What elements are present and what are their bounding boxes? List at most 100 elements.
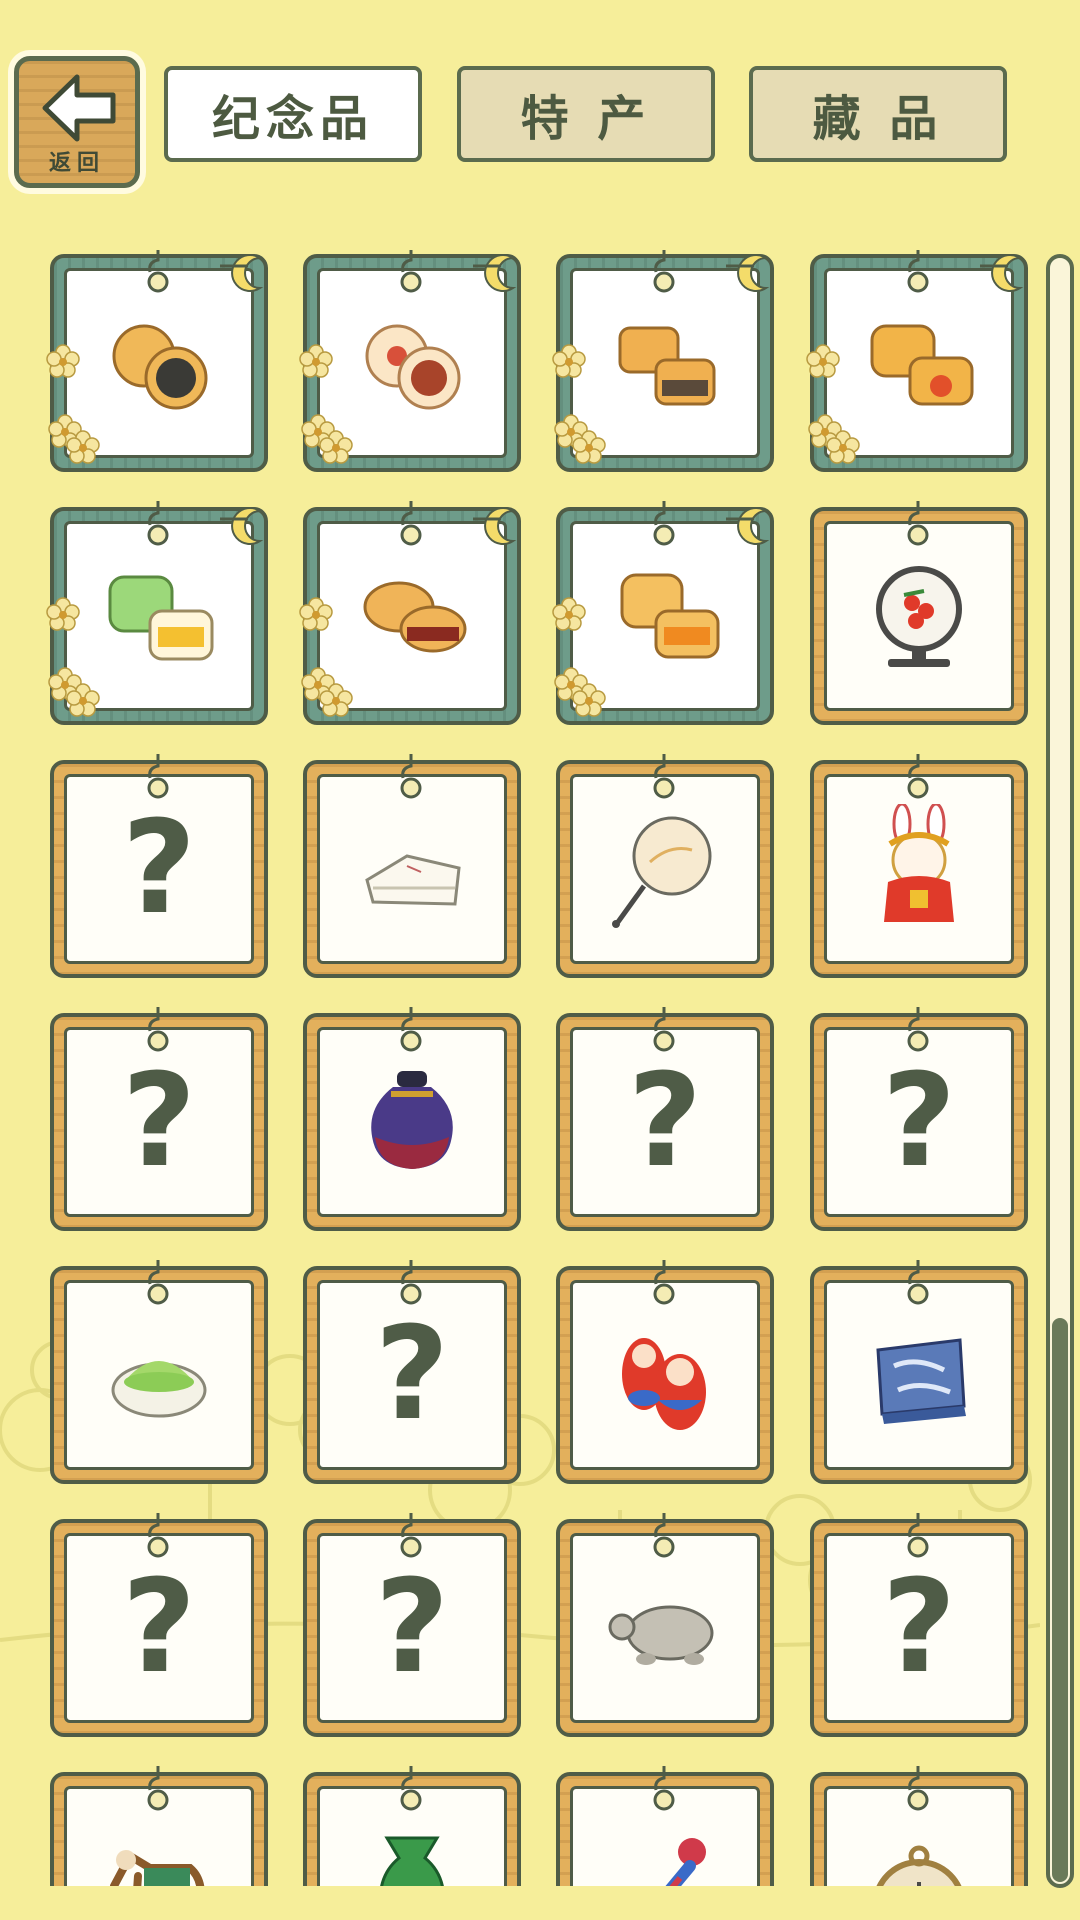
collection-card[interactable] (556, 1260, 774, 1484)
card-content: ? (824, 1027, 1014, 1217)
hook-icon (400, 1513, 422, 1558)
mooncake-black-sesame-icon (112, 324, 208, 410)
flower-icon (552, 344, 586, 378)
round-fan-icon (612, 816, 712, 928)
collection-card[interactable] (303, 1007, 521, 1231)
batik-cloth-icon (876, 1338, 966, 1424)
card-content: ? (64, 774, 254, 964)
hook-icon (653, 1260, 675, 1305)
collection-card[interactable] (50, 1260, 268, 1484)
mooncake-green-icon (108, 575, 214, 661)
tab-souvenirs[interactable]: 纪念品 (164, 66, 422, 162)
flower-icon (66, 683, 100, 717)
collection-card[interactable] (46, 501, 268, 725)
hook-icon (907, 1007, 929, 1052)
collection-card[interactable] (303, 754, 521, 978)
lychee-screen-icon (876, 566, 962, 667)
unknown-item-mark: ? (881, 1553, 957, 1702)
mooncake-yolk-icon (870, 324, 974, 406)
collection-card[interactable]: ? (810, 1513, 1028, 1737)
hook-icon (147, 1766, 169, 1811)
hook-icon (907, 1513, 929, 1558)
collection-card[interactable] (50, 1766, 268, 1886)
moon-icon (473, 254, 517, 292)
hook-icon (400, 1766, 422, 1811)
hook-icon (400, 501, 422, 546)
collection-card[interactable] (810, 1766, 1028, 1886)
matcha-powder-icon (111, 1361, 207, 1418)
back-button[interactable]: 返回 (14, 56, 140, 188)
hook-icon (147, 501, 169, 546)
green-vase-icon (380, 1836, 444, 1886)
moon-icon (726, 254, 770, 292)
mooncake-square-icon (618, 326, 716, 406)
hook-icon (400, 1260, 422, 1305)
collection-card[interactable]: ? (50, 1513, 268, 1737)
rabbit-doll-icon (884, 804, 954, 922)
collection-card[interactable] (556, 1766, 774, 1886)
unknown-item-mark: ? (121, 1553, 197, 1702)
hook-icon (907, 754, 929, 799)
collection-card[interactable] (299, 250, 521, 472)
hook-icon (907, 501, 929, 546)
card-content (824, 774, 1014, 964)
flower-icon (299, 344, 333, 378)
back-arrow-icon (42, 74, 116, 142)
flower-icon (552, 597, 586, 631)
unknown-item-mark: ? (374, 1553, 450, 1702)
collection-card[interactable] (810, 501, 1028, 725)
hook-icon (653, 250, 675, 293)
collection-card[interactable]: ? (303, 1513, 521, 1737)
flower-icon (299, 597, 333, 631)
collection-card[interactable] (303, 1766, 521, 1886)
hook-icon (400, 250, 422, 293)
card-content: ? (317, 1533, 507, 1723)
collection-card[interactable]: ? (50, 1007, 268, 1231)
hook-icon (147, 1260, 169, 1305)
moon-icon (473, 507, 517, 545)
tassel-knot-icon (665, 1838, 706, 1886)
collection-card[interactable] (810, 754, 1028, 978)
collection-card[interactable] (552, 250, 774, 472)
card-content: ? (317, 1280, 507, 1470)
stone-turtle-icon (608, 1605, 714, 1665)
collection-card[interactable] (552, 501, 774, 725)
flower-icon (46, 344, 80, 378)
hook-icon (147, 250, 169, 293)
card-content (64, 1280, 254, 1470)
hook-icon (907, 1766, 929, 1811)
hook-icon (653, 1007, 675, 1052)
collection-card[interactable]: ? (556, 1007, 774, 1231)
flower-icon (806, 344, 840, 378)
flower-icon (66, 430, 100, 464)
mooncake-red-bean-icon (363, 581, 467, 653)
collection-card[interactable] (810, 1260, 1028, 1484)
card-content: ? (570, 1027, 760, 1217)
moon-icon (220, 254, 264, 292)
hook-icon (653, 1766, 675, 1811)
collection-card[interactable]: ? (50, 754, 268, 978)
card-content: ? (64, 1533, 254, 1723)
collection-card[interactable] (46, 250, 268, 472)
scrollbar[interactable] (1046, 254, 1074, 1888)
hook-icon (147, 1007, 169, 1052)
card-content (824, 521, 1014, 711)
collection-card[interactable] (556, 754, 774, 978)
pocket-watch-icon (876, 1845, 962, 1886)
collection-card[interactable]: ? (810, 1007, 1028, 1231)
card-content (570, 1533, 760, 1723)
collection-card[interactable] (556, 1513, 774, 1737)
collection-grid: ???????? (0, 250, 1040, 1886)
hook-icon (653, 754, 675, 799)
moon-icon (980, 254, 1024, 292)
collection-card[interactable]: ? (303, 1260, 521, 1484)
scrollbar-thumb[interactable] (1052, 1318, 1068, 1882)
tab-collections[interactable]: 藏 品 (749, 66, 1007, 162)
card-content (317, 1027, 507, 1217)
tab-specialties[interactable]: 特 产 (457, 66, 715, 162)
unknown-item-mark: ? (881, 1047, 957, 1196)
hook-icon (653, 1513, 675, 1558)
moon-icon (726, 507, 770, 545)
collection-card[interactable] (299, 501, 521, 725)
collection-card[interactable] (806, 250, 1028, 472)
